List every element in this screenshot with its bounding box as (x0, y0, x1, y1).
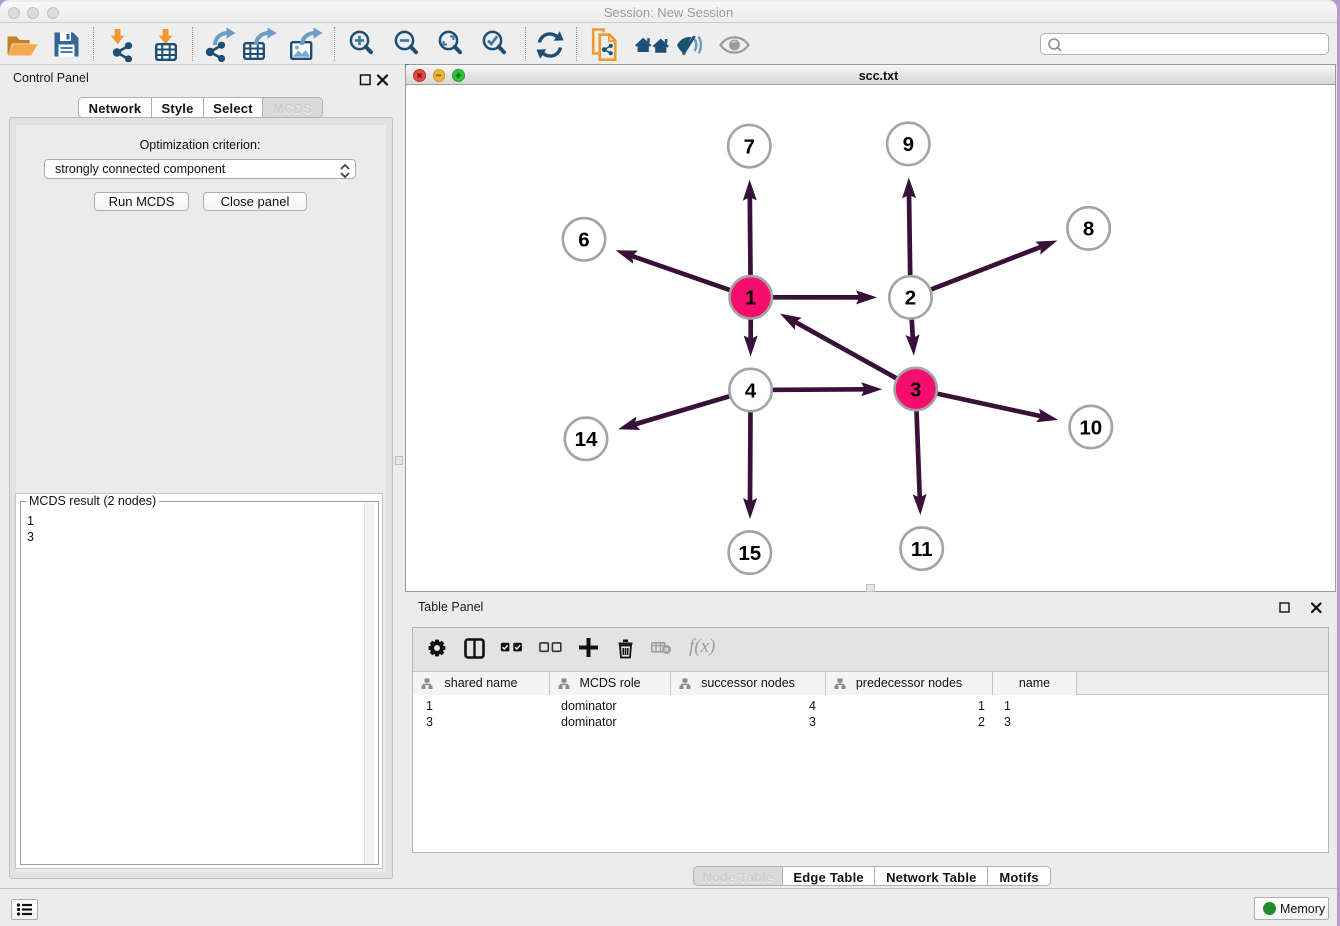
svg-text:11: 11 (911, 538, 933, 561)
svg-text:9: 9 (903, 133, 914, 156)
svg-text:15: 15 (738, 542, 761, 565)
svg-text:6: 6 (578, 229, 589, 252)
svg-text:8: 8 (1083, 218, 1094, 241)
svg-text:4: 4 (745, 379, 757, 402)
svg-text:10: 10 (1079, 416, 1102, 439)
svg-text:14: 14 (575, 428, 598, 451)
svg-text:1: 1 (745, 287, 756, 310)
svg-text:3: 3 (910, 378, 921, 401)
svg-text:7: 7 (744, 135, 755, 158)
svg-text:2: 2 (905, 287, 916, 310)
